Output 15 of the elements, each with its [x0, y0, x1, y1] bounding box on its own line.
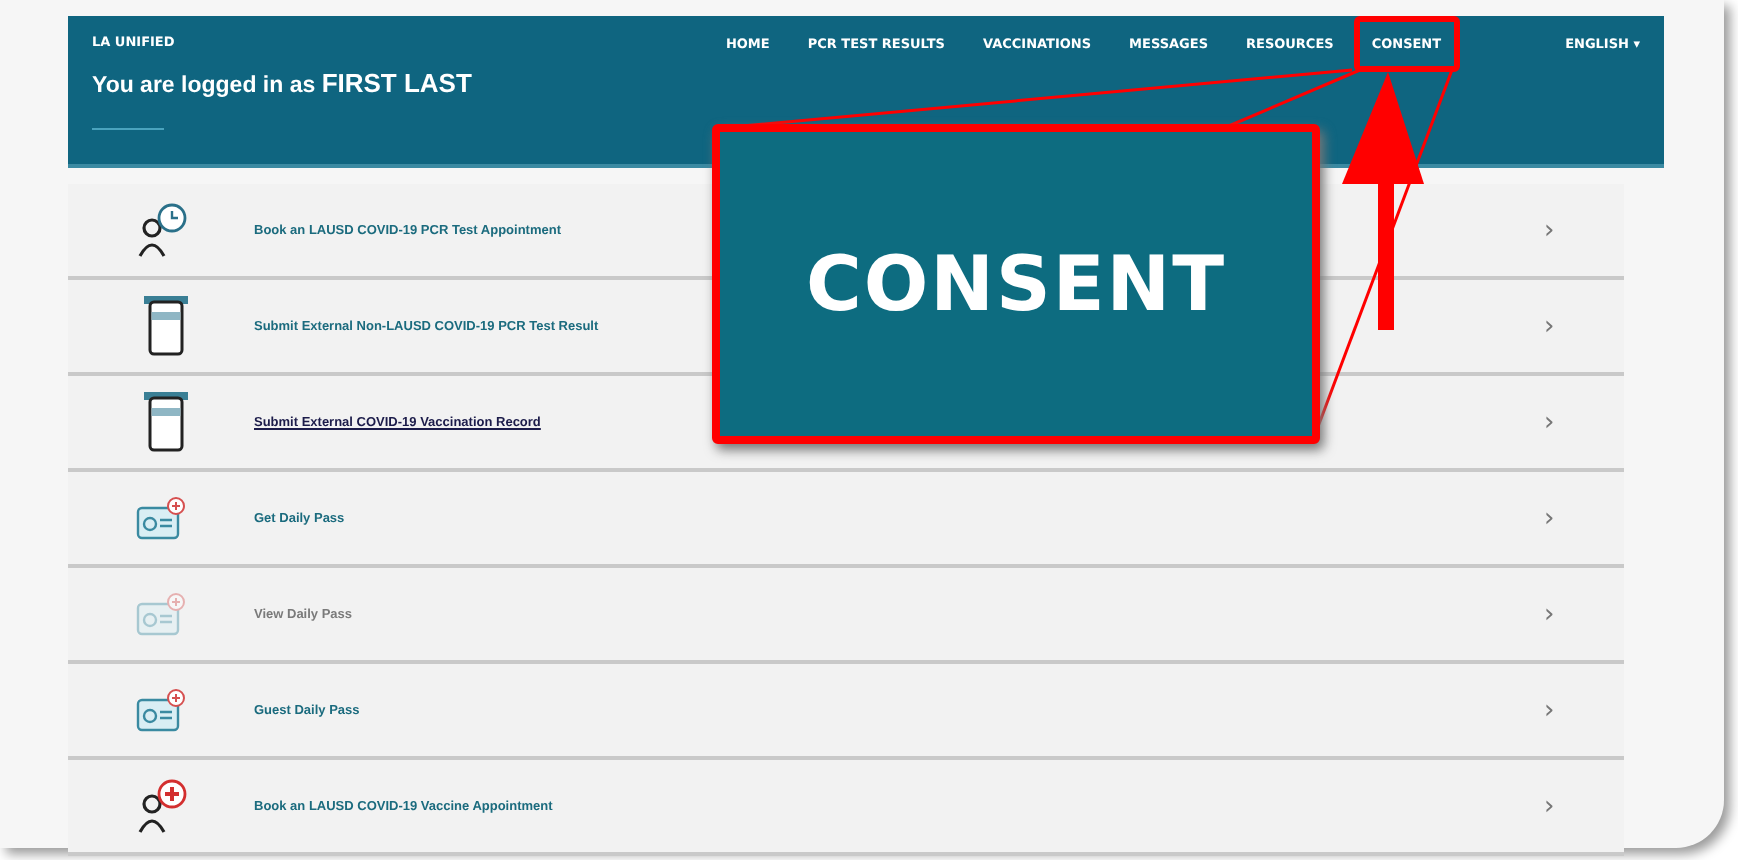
person-plus-icon — [136, 778, 188, 834]
document-icon — [144, 392, 188, 452]
document-icon — [144, 296, 188, 356]
chevron-icon: › — [1544, 695, 1624, 725]
id-card-icon — [136, 496, 188, 540]
id-card-icon — [136, 592, 188, 636]
login-status: You are logged in as FIRST LAST — [92, 68, 472, 98]
chevron-icon: › — [1544, 599, 1624, 629]
chevron-icon: › — [1544, 311, 1624, 341]
chevron-icon: › — [1544, 215, 1624, 245]
person-clock-icon — [136, 202, 188, 258]
id-card-icon — [136, 688, 188, 732]
chevron-icon: › — [1544, 791, 1624, 821]
chevron-icon: › — [1544, 503, 1624, 533]
chevron-icon: › — [1544, 407, 1624, 437]
